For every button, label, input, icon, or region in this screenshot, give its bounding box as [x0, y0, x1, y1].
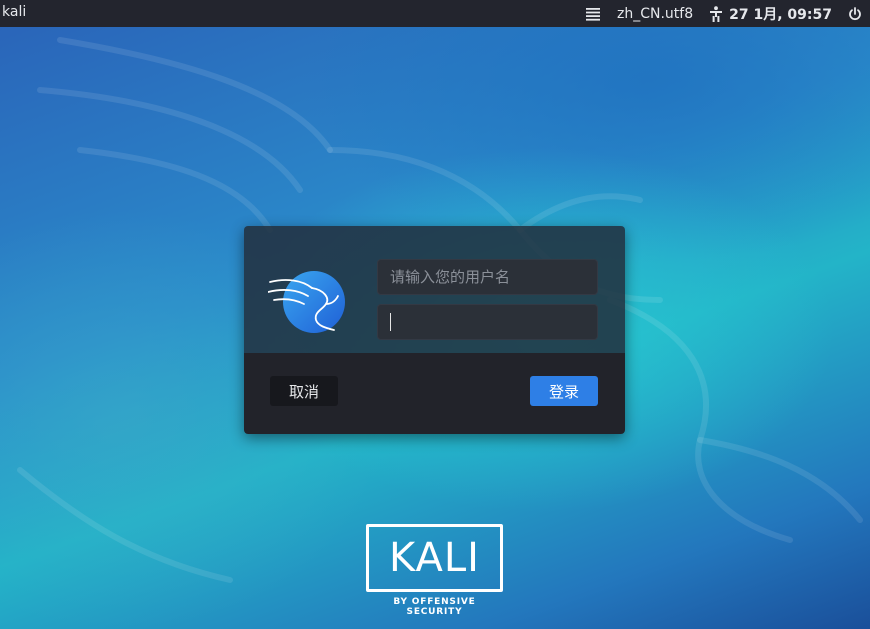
power-icon[interactable]: [848, 6, 862, 21]
login-dialog: 取消 登录: [244, 226, 625, 434]
brand-title: KALI: [366, 524, 503, 592]
user-avatar: [267, 270, 348, 336]
hostname-label: kali: [2, 4, 27, 20]
kali-dragon-icon: [267, 271, 345, 333]
cancel-button[interactable]: 取消: [270, 376, 338, 406]
login-button[interactable]: 登录: [530, 376, 598, 406]
login-form-area: [244, 226, 625, 353]
clock[interactable]: 27 1月, 09:57: [729, 4, 832, 24]
kali-brand-logo: KALI BY OFFENSIVE SECURITY: [366, 524, 503, 617]
locale-selector[interactable]: zh_CN.utf8: [617, 6, 693, 22]
password-input[interactable]: [377, 304, 598, 340]
username-input[interactable]: [377, 259, 598, 295]
text-cursor: [390, 313, 391, 331]
menu-lines-icon[interactable]: [585, 7, 601, 21]
top-bar-status: zh_CN.utf8 27 1月, 09:57: [569, 0, 862, 27]
accessibility-icon[interactable]: [709, 5, 723, 22]
brand-subtitle: BY OFFENSIVE SECURITY: [393, 597, 476, 617]
top-bar: kali zh_CN.utf8 27 1月, 09:57: [0, 0, 870, 27]
